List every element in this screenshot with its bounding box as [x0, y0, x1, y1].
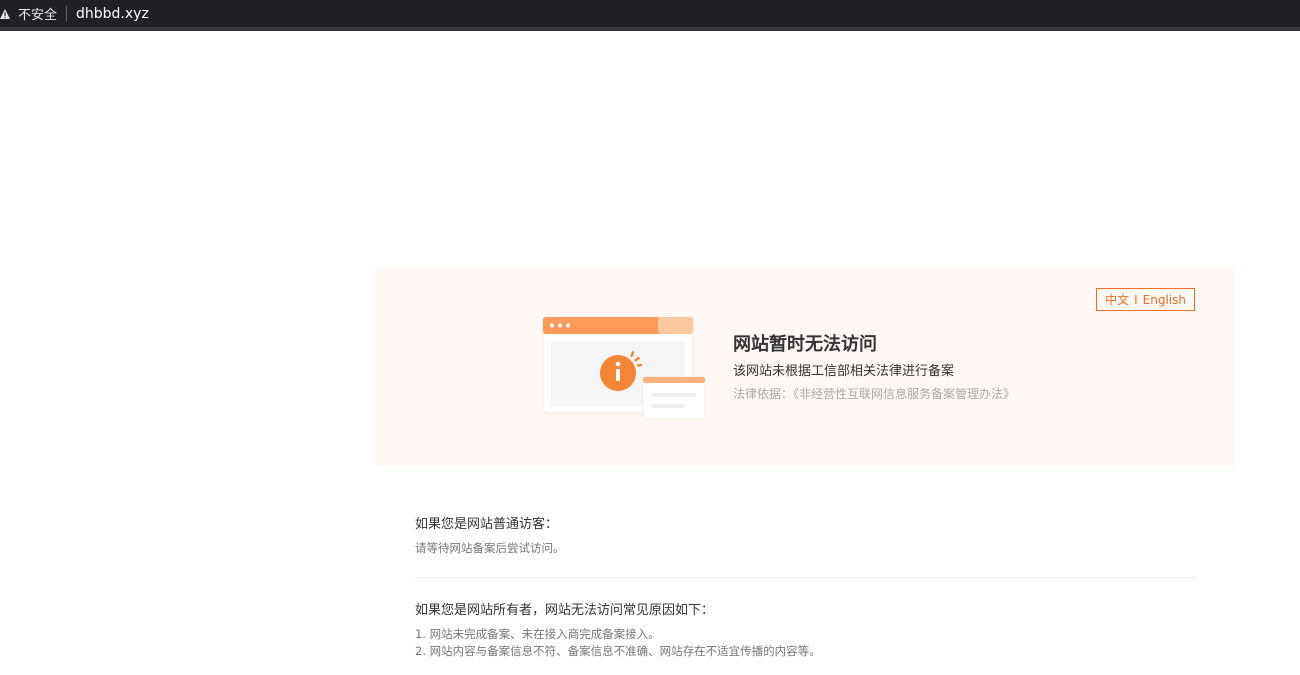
legal-basis: 法律依据：《非经营性互联网信息服务备案管理办法》	[733, 387, 1016, 401]
lang-zh-link[interactable]: 中文	[1105, 293, 1129, 307]
lang-divider: I	[1134, 293, 1138, 307]
info-section: 如果您是网站普通访客： 请等待网站备案后尝试访问。 如果您是网站所有者，网站无法…	[415, 513, 1195, 660]
notice-card: 中文 I English 网站暂时无法访问 该网站未根据工信部相关法律进行备案 …	[375, 267, 1235, 466]
visitor-title: 如果您是网站普通访客：	[415, 517, 559, 532]
browser-info-illustration	[540, 314, 710, 424]
notice-title: 网站暂时无法访问	[733, 334, 877, 355]
owner-title: 如果您是网站所有者，网站无法访问常见原因如下：	[415, 603, 715, 618]
warning-triangle-icon[interactable]	[0, 8, 10, 20]
language-switcher: 中文 I English	[1096, 288, 1195, 311]
notice-subtitle: 该网站未根据工信部相关法律进行备案	[733, 364, 955, 379]
visitor-text: 请等待网站备案后尝试访问。	[415, 541, 565, 555]
reason-item: 1. 网站未完成备案、未在接入商完成备案接入。	[415, 627, 660, 641]
insecure-label[interactable]: 不安全	[18, 4, 57, 23]
lang-en-link[interactable]: English	[1143, 293, 1186, 307]
address-bar[interactable]: 不安全 dhbbd.xyz	[0, 0, 1300, 31]
reason-list: 1. 网站未完成备案、未在接入商完成备案接入。 2. 网站内容与备案信息不符、备…	[415, 626, 1195, 660]
url-text[interactable]: dhbbd.xyz	[76, 6, 149, 22]
address-separator	[66, 5, 68, 22]
reason-item: 2. 网站内容与备案信息不符、备案信息不准确、网站存在不适宜传播的内容等。	[415, 644, 821, 658]
section-divider	[415, 577, 1195, 578]
